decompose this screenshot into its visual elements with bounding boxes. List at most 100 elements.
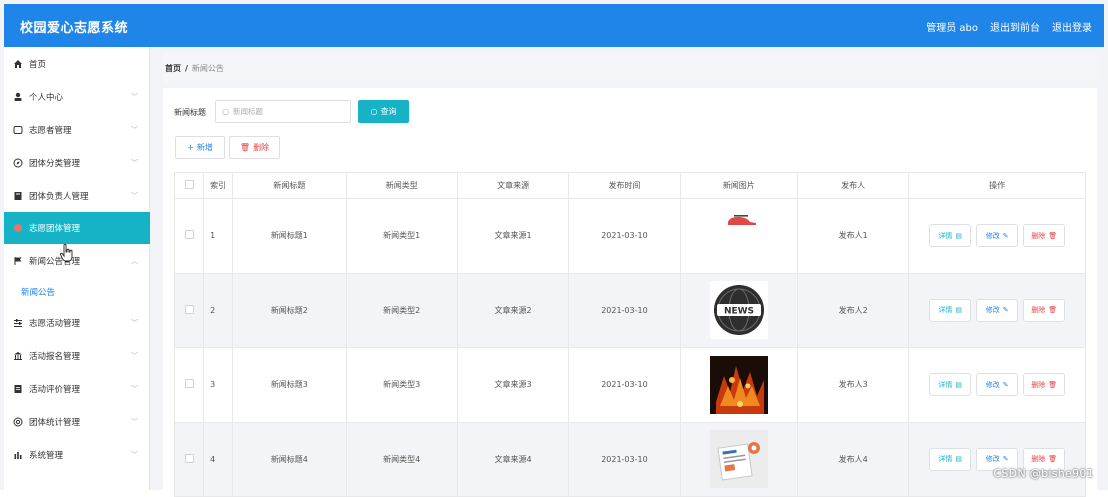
flag-icon — [12, 255, 24, 267]
row-checkbox-cell — [173, 421, 205, 497]
add-button[interactable]: + 新增 — [175, 136, 225, 159]
sidebar-item-activities[interactable]: 志愿活动管理 ﹀ — [4, 307, 150, 339]
sidebar-item-label: 首页 — [29, 60, 47, 70]
select-all-checkbox[interactable] — [184, 180, 194, 189]
globe-icon — [12, 416, 24, 428]
source-cell: 文章来源3 — [456, 347, 570, 423]
batch-delete-button[interactable]: 🗑 删除 — [229, 136, 280, 159]
main-panel: 新闻标题 ○ 新闻标题 ○ 查询 + 新增 🗑 删除 索引 新闻标题 新闻类型 … — [163, 88, 1097, 497]
column-header: 新闻类型 — [345, 172, 458, 199]
sidebar-item-volunteer-group[interactable]: 志愿团体管理 — [4, 212, 150, 244]
delete-button-label: 删除 — [253, 143, 270, 152]
actions-cell: 详情 ▤ 修改 ✎ 删除 🗑 — [908, 421, 1086, 497]
row-checkbox[interactable] — [184, 453, 194, 463]
delete-label: 删除 — [1031, 231, 1046, 240]
row-checkbox[interactable] — [184, 304, 194, 314]
logout-link[interactable]: 退出登录 — [1052, 19, 1092, 34]
publisher-cell: 发布人1 — [796, 198, 910, 274]
header-actions: 管理员 abo 退出到前台 退出登录 — [926, 19, 1092, 34]
chevron-down-icon: ﹀ — [131, 385, 138, 393]
title-cell: 新闻标题4 — [232, 421, 347, 497]
sidebar-item-label: 活动评价管理 — [29, 385, 81, 395]
edit-button[interactable]: 修改 ✎ — [976, 224, 1019, 248]
delete-row-button[interactable]: 删除 🗑 — [1023, 224, 1066, 248]
type-cell: 新闻类型4 — [345, 421, 458, 497]
detail-label: 详情 — [938, 455, 953, 464]
row-checkbox[interactable] — [184, 230, 194, 240]
column-header: 新闻标题 — [232, 172, 347, 199]
search-icon: ○ — [222, 107, 229, 116]
type-cell: 新闻类型2 — [345, 272, 458, 348]
delete-label: 删除 — [1031, 455, 1046, 464]
chevron-down-icon: ﹀ — [131, 192, 138, 200]
sliders-icon — [12, 317, 24, 329]
detail-button[interactable]: 详情 ▤ — [929, 373, 972, 397]
news-table: 索引 新闻标题 新闻类型 文章来源 发布时间 新闻图片 发布人 操作 1 新闻标… — [173, 172, 1086, 497]
sidebar-item-evaluation[interactable]: 活动评价管理 ﹀ — [4, 373, 150, 405]
query-button-label: 查询 — [380, 107, 397, 116]
delete-row-button[interactable]: 删除 🗑 — [1023, 373, 1066, 397]
document-icon: ▤ — [955, 455, 962, 464]
detail-button[interactable]: 详情 ▤ — [929, 298, 972, 322]
card-icon — [12, 124, 24, 136]
app-frame: 校园爱心志愿系统 管理员 abo 退出到前台 退出登录 首页 个人中心 ﹀ 志愿… — [0, 0, 1108, 497]
delete-row-button[interactable]: 删除 🗑 — [1023, 298, 1066, 322]
row-checkbox[interactable] — [184, 379, 194, 389]
chart-icon — [12, 449, 24, 461]
sidebar-item-label: 志愿活动管理 — [29, 319, 81, 329]
edit-button[interactable]: 修改 ✎ — [976, 298, 1019, 322]
column-header: 操作 — [908, 172, 1086, 199]
news-thumbnail-globe: NEWS — [709, 281, 768, 340]
sidebar-item-label: 志愿者管理 — [29, 126, 72, 136]
back-to-front-link[interactable]: 退出到前台 — [990, 19, 1040, 34]
detail-button[interactable]: 详情 ▤ — [929, 447, 972, 471]
type-cell: 新闻类型3 — [345, 347, 458, 423]
chevron-down-icon: ﹀ — [131, 418, 138, 426]
trash-icon: 🗑 — [1048, 380, 1058, 389]
chevron-down-icon: ﹀ — [131, 126, 138, 134]
sidebar-item-registration[interactable]: 活动报名管理 ﹀ — [4, 340, 150, 372]
sidebar-item-label: 团体分类管理 — [29, 159, 81, 169]
sidebar-item-news-management[interactable]: 新闻公告管理 ︿ — [4, 245, 150, 277]
trash-icon: 🗑 — [239, 143, 251, 152]
publisher-cell: 发布人3 — [796, 347, 910, 423]
document-icon: ▤ — [955, 231, 962, 240]
edit-button[interactable]: 修改 ✎ — [976, 373, 1019, 397]
publisher-cell: 发布人2 — [796, 272, 910, 348]
top-header: 校园爱心志愿系统 管理员 abo 退出到前台 退出登录 — [4, 4, 1104, 47]
search-placeholder: 新闻标题 — [232, 107, 263, 116]
image-cell — [679, 198, 799, 274]
source-cell: 文章来源4 — [456, 421, 570, 497]
sidebar-item-system[interactable]: 系统管理 ﹀ — [4, 439, 150, 471]
pencil-icon: ✎ — [1002, 380, 1009, 389]
select-all-cell — [173, 172, 205, 199]
breadcrumb-home[interactable]: 首页 — [165, 63, 181, 74]
sidebar-subitem-news[interactable]: 新闻公告 — [4, 278, 150, 306]
image-cell: NEWS — [679, 272, 799, 348]
sidebar-item-label: 团体负责人管理 — [29, 192, 89, 202]
edit-label: 修改 — [985, 231, 1000, 240]
news-thumbnail-paper — [709, 430, 768, 489]
user-icon — [12, 91, 24, 103]
column-header: 索引 — [203, 172, 234, 199]
bank-icon — [12, 350, 24, 362]
image-cell — [679, 421, 799, 497]
detail-button[interactable]: 详情 ▤ — [929, 224, 972, 248]
table-header-row: 索引 新闻标题 新闻类型 文章来源 发布时间 新闻图片 发布人 操作 — [173, 172, 1086, 199]
edit-label: 修改 — [985, 306, 1000, 315]
query-button[interactable]: ○ 查询 — [358, 100, 409, 123]
table-row: 1 新闻标题1 新闻类型1 文章来源1 2021-03-10 发布人1 详情 ▤… — [173, 198, 1086, 274]
sidebar-item-home[interactable]: 首页 — [4, 48, 150, 80]
sidebar-item-group-leader[interactable]: 团体负责人管理 ﹀ — [4, 180, 150, 212]
trash-icon: 🗑 — [1048, 455, 1058, 464]
sidebar-item-profile[interactable]: 个人中心 ﹀ — [4, 81, 150, 113]
pencil-icon: ✎ — [1002, 231, 1009, 240]
search-input[interactable]: ○ 新闻标题 — [215, 100, 351, 123]
sidebar-item-group-stats[interactable]: 团体统计管理 ﹀ — [4, 406, 150, 438]
sidebar-item-group-category[interactable]: 团体分类管理 ﹀ — [4, 147, 150, 179]
column-header: 新闻图片 — [679, 172, 799, 199]
search-label: 新闻标题 — [174, 108, 206, 117]
index-cell: 3 — [203, 347, 234, 423]
delete-label: 删除 — [1031, 380, 1046, 389]
sidebar-item-volunteers[interactable]: 志愿者管理 ﹀ — [4, 114, 150, 146]
